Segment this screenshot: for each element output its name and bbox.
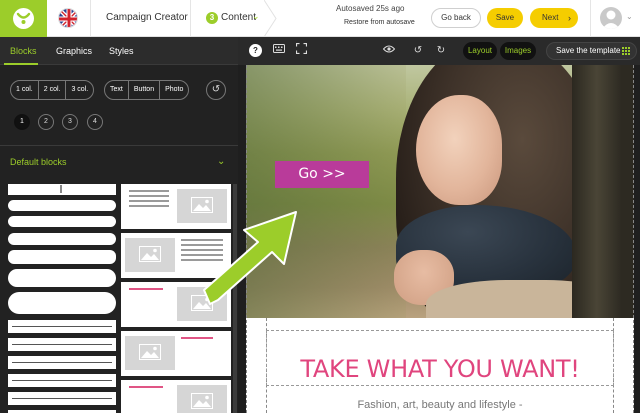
tab-blocks[interactable]: Blocks xyxy=(10,46,37,56)
undo-icon[interactable]: ↺ xyxy=(410,43,426,59)
page-button-4[interactable]: 4 xyxy=(87,114,103,130)
canvas-guide-right xyxy=(633,65,634,413)
next-button-label: Next xyxy=(542,13,559,22)
layout-blocks-list xyxy=(8,184,116,413)
subline-text[interactable]: Fashion, art, beauty and lifestyle - xyxy=(246,399,634,411)
layout-block[interactable] xyxy=(8,392,116,405)
undo-icon[interactable]: ↺ xyxy=(206,80,226,100)
divider xyxy=(0,145,238,146)
image-placeholder-icon xyxy=(125,336,175,370)
tab-styles[interactable]: Styles xyxy=(109,46,134,56)
three-column-button[interactable]: 3 col. xyxy=(65,81,93,99)
layout-block[interactable] xyxy=(8,374,116,387)
image-heading-block[interactable] xyxy=(121,331,231,376)
layout-block[interactable] xyxy=(8,233,116,245)
image-placeholder-icon xyxy=(177,385,227,413)
grid-icon xyxy=(622,47,630,55)
layout-button[interactable]: Layout xyxy=(463,42,497,60)
redo-icon[interactable]: ↻ xyxy=(433,43,449,59)
save-button[interactable]: Save xyxy=(487,8,523,28)
fullscreen-icon[interactable] xyxy=(293,42,309,59)
hero-photo-tree xyxy=(572,65,634,318)
layout-block[interactable] xyxy=(8,269,116,287)
avatar[interactable] xyxy=(600,7,622,29)
text-element-button[interactable]: Text xyxy=(105,81,128,99)
layout-block[interactable] xyxy=(8,250,116,264)
images-button[interactable]: Images xyxy=(500,42,536,60)
chevron-down-icon[interactable]: ⌄ xyxy=(626,12,633,21)
step-number-badge: 3 xyxy=(206,12,218,24)
photo-element-button[interactable]: Photo xyxy=(159,81,188,99)
layout-block[interactable] xyxy=(8,320,116,333)
save-template-button[interactable]: Save the template xyxy=(546,42,637,60)
panel-tabs: Blocks Graphics Styles xyxy=(0,37,238,65)
hero-cta-button[interactable]: Go >> xyxy=(275,161,369,188)
help-icon[interactable]: ? xyxy=(249,44,262,57)
logo-icon xyxy=(13,8,34,29)
chevron-right-icon: › xyxy=(568,13,571,23)
keyboard-icon[interactable] xyxy=(271,43,287,59)
page-title: Campaign Creator xyxy=(106,12,188,23)
headline-text[interactable]: TAKE WHAT YOU WANT! xyxy=(246,355,634,383)
divider xyxy=(90,0,91,37)
next-button[interactable]: Next › xyxy=(530,8,578,28)
divider xyxy=(190,0,191,37)
layout-block[interactable] xyxy=(8,184,116,195)
page-button-3[interactable]: 3 xyxy=(62,114,78,130)
editor-toolbar: ? ↺ ↻ Layout Images Save the template xyxy=(238,37,640,65)
autosave-panel: Autosaved 25s ago Restore from autosave xyxy=(274,0,424,37)
step-label: Content xyxy=(221,12,257,23)
layout-block[interactable] xyxy=(8,356,116,369)
language-flag-icon[interactable] xyxy=(58,8,78,28)
drag-arrow-icon xyxy=(203,211,297,305)
autosave-status: Autosaved 25s ago xyxy=(336,4,405,13)
heading-image-block[interactable] xyxy=(121,380,231,413)
one-column-button[interactable]: 1 col. xyxy=(11,81,38,99)
image-placeholder-icon xyxy=(125,238,175,272)
tab-graphics[interactable]: Graphics xyxy=(56,46,92,56)
layout-block[interactable] xyxy=(8,292,116,314)
section-title[interactable]: Default blocks xyxy=(10,157,67,167)
chevron-down-icon: ⌄ xyxy=(252,11,260,21)
page-button-1[interactable]: 1 xyxy=(14,114,30,130)
layout-block[interactable] xyxy=(8,200,116,211)
app-logo[interactable] xyxy=(0,0,47,37)
divider xyxy=(590,0,591,37)
user-icon xyxy=(602,10,620,29)
two-column-button[interactable]: 2 col. xyxy=(37,81,66,99)
active-tab-indicator xyxy=(4,63,38,65)
chevron-down-icon[interactable]: ⌄ xyxy=(217,156,225,167)
layout-block[interactable] xyxy=(8,338,116,351)
element-options: Text Button Photo xyxy=(104,80,190,100)
go-back-button[interactable]: Go back xyxy=(431,8,481,28)
layout-block[interactable] xyxy=(8,216,116,227)
save-template-label: Save the template xyxy=(556,46,621,55)
top-bar: Campaign Creator 3 Content ⌄ Autosaved 2… xyxy=(0,0,640,37)
button-element-button[interactable]: Button xyxy=(127,81,159,99)
column-options: 1 col. 2 col. 3 col. xyxy=(10,80,95,100)
preview-eye-icon[interactable] xyxy=(381,43,397,59)
page-button-2[interactable]: 2 xyxy=(38,114,54,130)
hero-photo-face xyxy=(416,95,502,205)
restore-autosave-link[interactable]: Restore from autosave xyxy=(344,19,415,26)
